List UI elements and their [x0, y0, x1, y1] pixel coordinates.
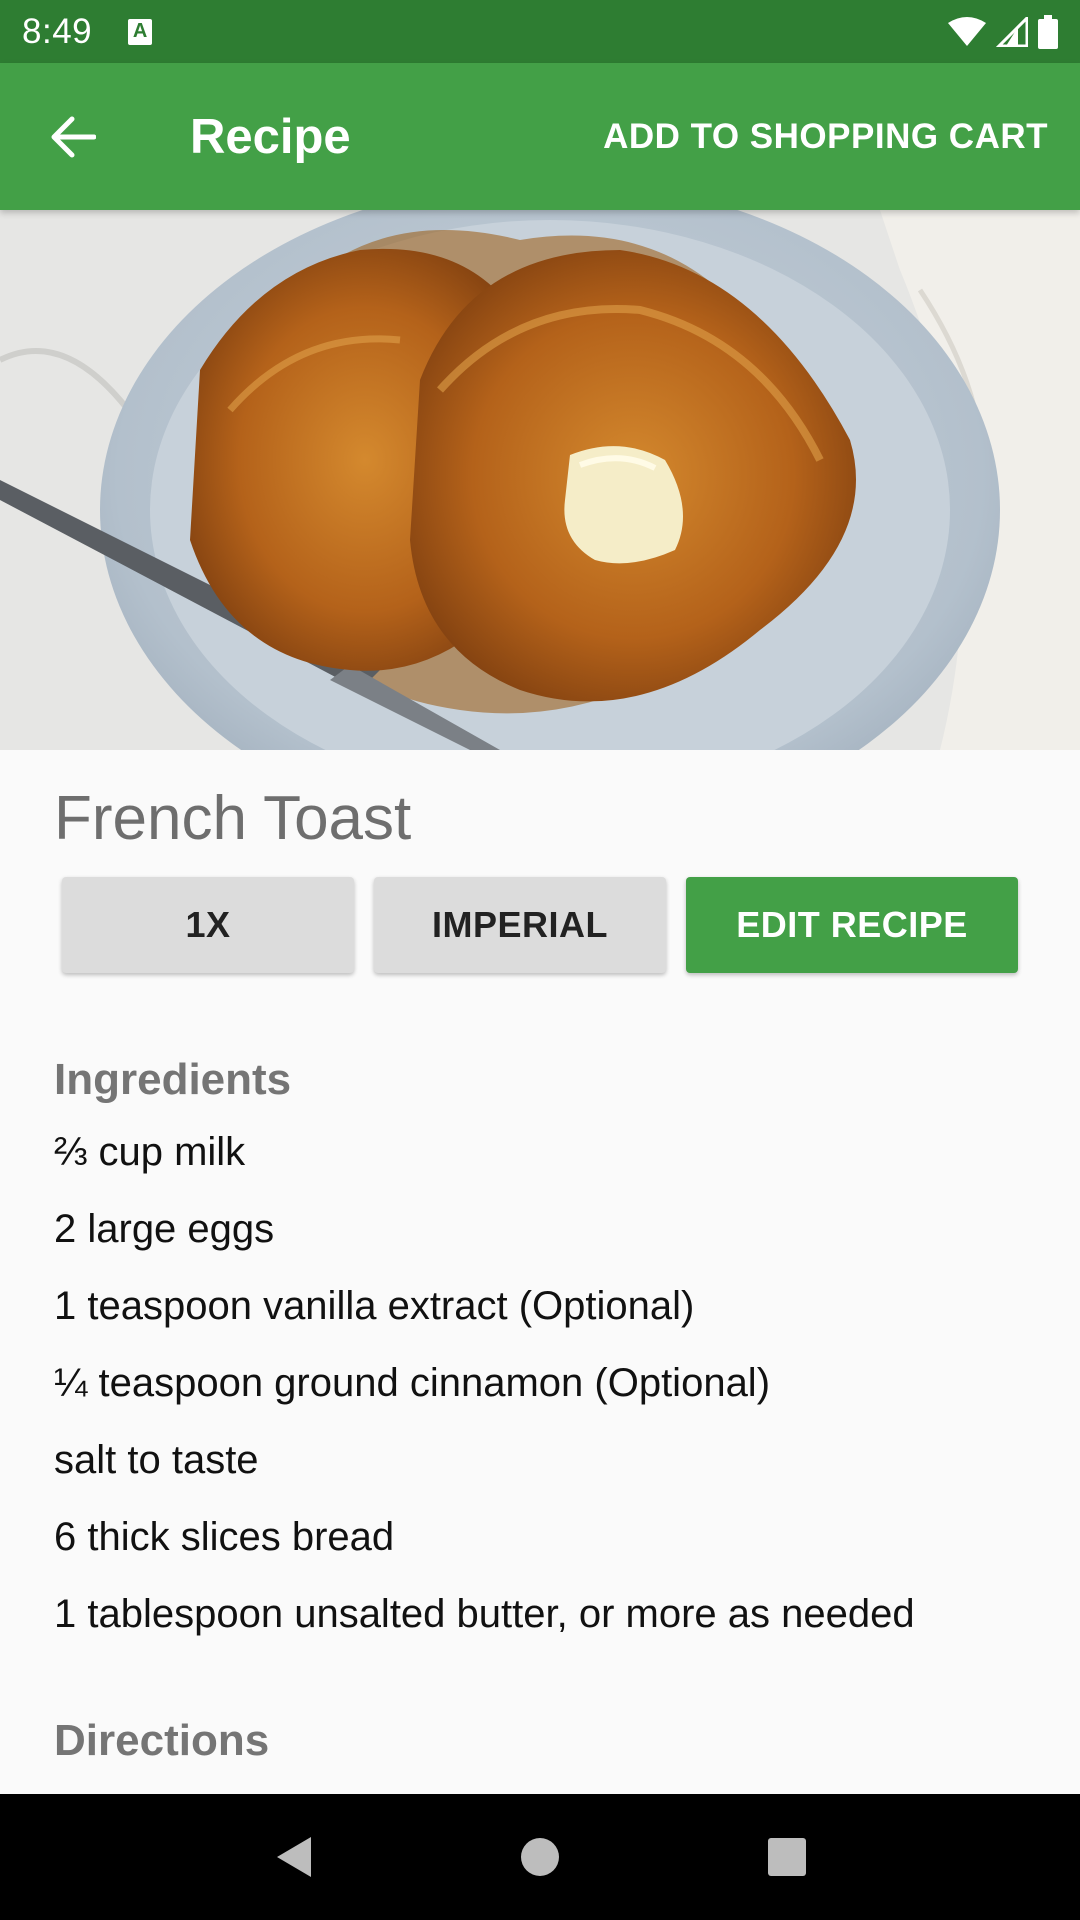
recipe-title: French Toast — [54, 784, 412, 853]
back-button[interactable] — [0, 63, 150, 210]
edit-recipe-button[interactable]: EDIT RECIPE — [686, 877, 1018, 973]
notification-a-icon: A — [128, 18, 153, 45]
french-toast-photo — [0, 210, 1080, 750]
arrow-back-icon — [51, 116, 96, 157]
system-nav-bar — [0, 1794, 1080, 1920]
status-icons — [948, 14, 1058, 49]
ingredients-list: ⅔ cup milk 2 large eggs 1 teaspoon vanil… — [54, 1128, 915, 1667]
recipe-actions: 1X IMPERIAL EDIT RECIPE — [62, 877, 1018, 973]
directions-heading: Directions — [54, 1716, 270, 1765]
ingredient-item: salt to taste — [54, 1438, 259, 1482]
ingredient-item: 2 large eggs — [54, 1207, 275, 1251]
ingredient-item: 1 tablespoon unsalted butter, or more as… — [54, 1592, 915, 1636]
scale-button[interactable]: 1X — [62, 877, 354, 973]
nav-recents-button[interactable] — [747, 1817, 827, 1897]
cell-signal-icon — [996, 16, 1028, 47]
ingredient-item: ⅔ cup milk — [54, 1130, 246, 1174]
app-bar: Recipe ADD TO SHOPPING CART — [0, 63, 1080, 210]
status-bar: 8:49 A — [0, 0, 1080, 63]
status-time: 8:49 — [22, 11, 93, 51]
ingredient-item: 6 thick slices bread — [54, 1515, 395, 1559]
back-triangle-icon — [277, 1837, 312, 1877]
recipe-photo — [0, 210, 1080, 750]
page-title: Recipe — [190, 109, 351, 164]
nav-home-button[interactable] — [500, 1817, 580, 1897]
units-button[interactable]: IMPERIAL — [374, 877, 666, 973]
wifi-icon — [948, 16, 986, 46]
battery-icon — [1038, 14, 1058, 49]
home-circle-icon — [520, 1838, 559, 1876]
ingredients-heading: Ingredients — [54, 1055, 292, 1104]
add-to-shopping-cart-button[interactable]: ADD TO SHOPPING CART — [603, 117, 1048, 157]
ingredient-item: ¼ teaspoon ground cinnamon (Optional) — [54, 1361, 771, 1405]
nav-back-button[interactable] — [253, 1817, 333, 1897]
recents-square-icon — [767, 1838, 806, 1876]
ingredient-item: 1 teaspoon vanilla extract (Optional) — [54, 1284, 695, 1328]
